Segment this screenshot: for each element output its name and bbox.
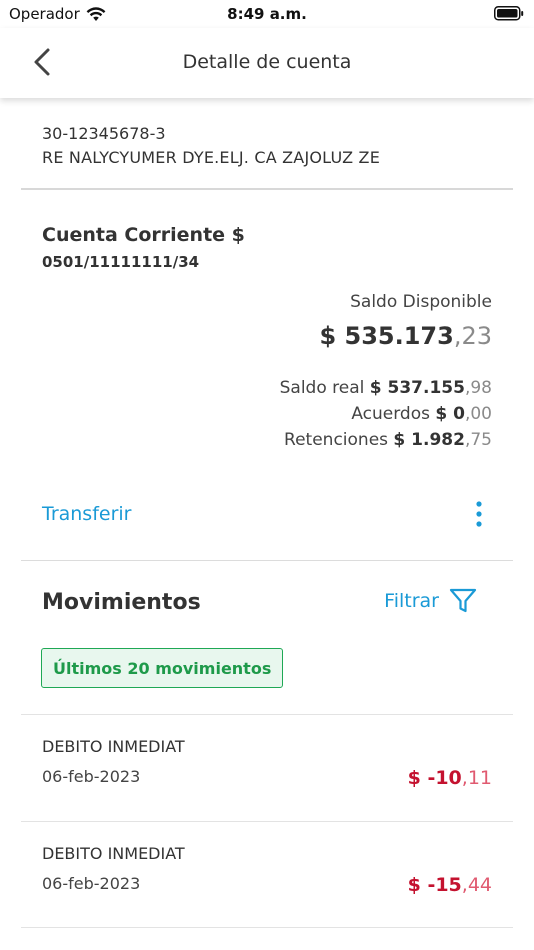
available-balance-label: Saldo Disponible — [350, 292, 492, 312]
withholdings-integer: $ 1.982 — [393, 430, 465, 450]
movement-date: 06-feb-2023 — [42, 874, 141, 893]
account-holder-section: 30-12345678-3 RE NALYCYUMER DYE.ELJ. CA … — [21, 112, 513, 190]
filter-label: Filtrar — [384, 590, 439, 612]
movement-amount: $ -15,44 — [408, 874, 492, 896]
real-balance-integer: $ 537.155 — [369, 378, 465, 398]
holder-cuit: 30-12345678-3 — [42, 124, 166, 143]
movement-amount-integer: $ -10 — [407, 767, 462, 789]
nav-bar: Detalle de cuenta — [0, 28, 534, 98]
filter-button[interactable]: Filtrar — [384, 588, 477, 614]
movement-amount-decimals: ,44 — [461, 874, 492, 896]
movement-description: DEBITO INMEDIAT — [42, 844, 185, 863]
account-type: Cuenta Corriente $ — [42, 224, 245, 246]
withholdings-decimals: ,75 — [464, 430, 492, 450]
available-balance-decimals: ,23 — [453, 322, 492, 350]
agreements-integer: $ 0 — [435, 404, 465, 424]
movement-amount-decimals: ,11 — [461, 767, 492, 789]
movement-row[interactable]: DEBITO INMEDIAT 06-feb-2023 $ -15,44 — [21, 821, 513, 928]
account-number: 0501/11111111/34 — [42, 253, 200, 271]
holder-name: RE NALYCYUMER DYE.ELJ. CA ZAJOLUZ ZE — [42, 148, 381, 167]
agreements-line: Acuerdos $ 0,00 — [351, 404, 492, 424]
account-section: Cuenta Corriente $ 0501/11111111/34 Sald… — [21, 190, 513, 561]
real-balance-decimals: ,98 — [464, 378, 492, 398]
divider — [21, 927, 513, 928]
page-title: Detalle de cuenta — [182, 51, 352, 73]
clock: 8:49 a.m. — [227, 5, 307, 23]
transfer-link[interactable]: Transferir — [42, 503, 132, 525]
more-options-icon[interactable] — [467, 500, 491, 528]
real-balance-label: Saldo real — [279, 378, 365, 398]
agreements-label: Acuerdos — [351, 404, 430, 424]
movement-date: 06-feb-2023 — [42, 767, 141, 786]
battery-icon — [494, 6, 524, 21]
movement-row[interactable]: DEBITO INMEDIAT 06-feb-2023 $ -10,11 — [21, 714, 513, 821]
withholdings-line: Retenciones $ 1.982,75 — [284, 430, 492, 450]
agreements-decimals: ,00 — [464, 404, 492, 424]
filter-icon — [449, 588, 477, 613]
movements-section: Movimientos Filtrar Últimos 20 movimient… — [21, 562, 513, 950]
movements-count-badge: Últimos 20 movimientos — [41, 648, 284, 688]
available-balance-value: $ 535.173,23 — [319, 322, 492, 350]
movement-amount: $ -10,11 — [408, 767, 492, 789]
real-balance-line: Saldo real $ 537.155,98 — [280, 378, 492, 398]
movement-amount-integer: $ -15 — [407, 874, 462, 896]
available-balance-integer: $ 535.173 — [319, 322, 454, 350]
status-bar: Operador 8:49 a.m. — [0, 0, 534, 28]
movement-description: DEBITO INMEDIAT — [42, 737, 185, 756]
withholdings-label: Retenciones — [284, 430, 389, 450]
movements-title: Movimientos — [42, 590, 201, 615]
